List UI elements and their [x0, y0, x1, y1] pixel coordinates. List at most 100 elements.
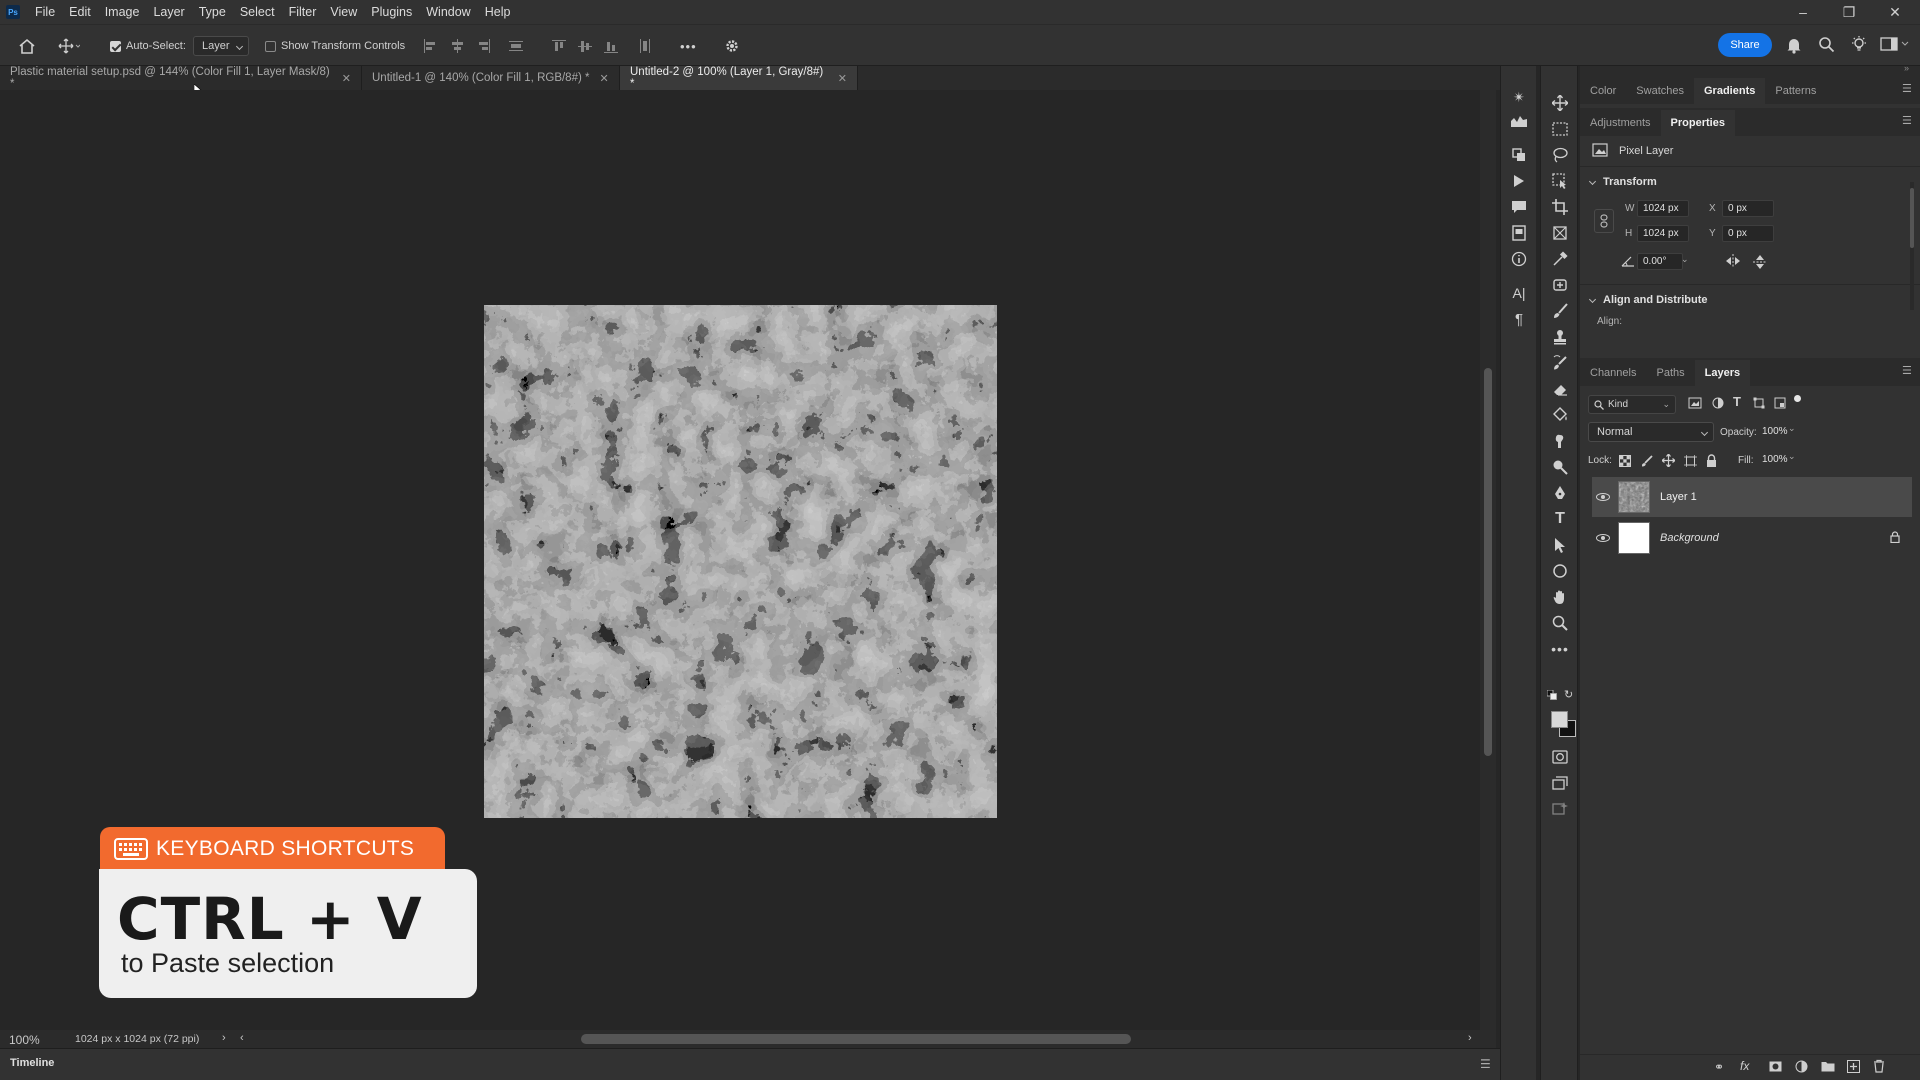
- menu-image[interactable]: Image: [98, 0, 147, 24]
- zoom-tool-icon[interactable]: [1548, 612, 1572, 634]
- align-right-edges-icon[interactable]: [476, 25, 490, 67]
- lock-transparent-pixels-icon[interactable]: [1619, 455, 1631, 470]
- new-group-folder-icon[interactable]: [1821, 1060, 1835, 1075]
- properties-panel-menu-icon[interactable]: ☰: [1902, 114, 1912, 127]
- timeline-menu-icon[interactable]: ☰: [1480, 1057, 1491, 1071]
- close-tab-icon[interactable]: ✕: [342, 72, 351, 85]
- tab-gradients[interactable]: Gradients: [1694, 78, 1766, 104]
- align-horizontal-centers-icon[interactable]: [450, 25, 464, 67]
- transform-section-title[interactable]: Transform: [1588, 176, 1657, 188]
- clone-stamp-tool-icon[interactable]: [1548, 326, 1572, 348]
- align-vertical-centers-icon[interactable]: [578, 25, 592, 67]
- generative-fill-icon[interactable]: [1548, 798, 1572, 820]
- align-top-edges-icon[interactable]: [552, 25, 566, 67]
- close-tab-icon[interactable]: ✕: [838, 72, 847, 85]
- opacity-chevron-down-icon[interactable]: ⌄: [1788, 423, 1796, 434]
- tab-channels[interactable]: Channels: [1580, 360, 1646, 386]
- settings-gear-icon[interactable]: [724, 25, 740, 67]
- swatch-panel-menu-icon[interactable]: ☰: [1902, 82, 1912, 95]
- workspace-switcher-icon[interactable]: [1880, 37, 1910, 54]
- discover-lightbulb-icon[interactable]: [1850, 35, 1868, 56]
- tab-swatches[interactable]: Swatches: [1626, 78, 1694, 104]
- filter-pixel-layers-icon[interactable]: [1688, 397, 1702, 412]
- lock-position-icon[interactable]: [1661, 453, 1676, 470]
- menu-filter[interactable]: Filter: [282, 0, 324, 24]
- home-icon[interactable]: [18, 25, 36, 67]
- vertical-scrollbar[interactable]: [1480, 90, 1496, 1030]
- timeline-tab[interactable]: Timeline: [10, 1057, 54, 1069]
- distribute-horizontally-icon[interactable]: [638, 25, 652, 67]
- navigator-icon[interactable]: ✴: [1507, 86, 1531, 108]
- distribute-vertically-icon[interactable]: [509, 25, 523, 67]
- link-layers-icon[interactable]: ⚭: [1714, 1060, 1724, 1074]
- opacity-input[interactable]: 100%: [1757, 423, 1788, 440]
- menu-help[interactable]: Help: [478, 0, 518, 24]
- menu-plugins[interactable]: Plugins: [364, 0, 419, 24]
- search-icon[interactable]: [1818, 36, 1835, 56]
- tab-patterns[interactable]: Patterns: [1765, 78, 1826, 104]
- collapse-panels-icon[interactable]: »: [1904, 63, 1909, 73]
- info-icon[interactable]: [1507, 248, 1531, 270]
- history-icon[interactable]: [1507, 144, 1531, 166]
- status-chevron-right-icon[interactable]: ›: [222, 1032, 226, 1044]
- scroll-left-arrow-icon[interactable]: ‹: [240, 1032, 244, 1044]
- vertical-scroll-thumb[interactable]: [1484, 368, 1492, 756]
- object-selection-tool-icon[interactable]: [1548, 170, 1572, 192]
- filter-type-layers-icon[interactable]: T: [1733, 394, 1741, 409]
- align-bottom-edges-icon[interactable]: [604, 25, 618, 67]
- filter-adjustment-layers-icon[interactable]: [1712, 397, 1724, 412]
- tab-untitled-2[interactable]: Untitled-2 @ 100% (Layer 1, Gray/8#) * ✕: [620, 66, 858, 90]
- tab-plastic-material-setup[interactable]: Plastic material setup.psd @ 144% (Color…: [0, 66, 362, 90]
- menu-type[interactable]: Type: [192, 0, 233, 24]
- eyedropper-tool-icon[interactable]: [1548, 248, 1572, 270]
- width-input[interactable]: 1024 px: [1637, 200, 1689, 217]
- tab-untitled-1[interactable]: Untitled-1 @ 140% (Color Fill 1, RGB/8#)…: [362, 66, 620, 90]
- visibility-eye-icon[interactable]: [1596, 493, 1610, 501]
- swap-colors-icon[interactable]: ↻: [1564, 688, 1573, 701]
- menu-window[interactable]: Window: [419, 0, 477, 24]
- history-brush-tool-icon[interactable]: [1548, 352, 1572, 374]
- new-adjustment-layer-icon[interactable]: [1795, 1060, 1808, 1076]
- lasso-tool-icon[interactable]: [1548, 144, 1572, 166]
- notifications-bell-icon[interactable]: [1786, 36, 1802, 57]
- edit-toolbar-icon[interactable]: •••: [1548, 638, 1572, 660]
- type-tool-icon[interactable]: T: [1548, 508, 1572, 530]
- screen-mode-icon[interactable]: [1548, 772, 1572, 794]
- align-left-edges-icon[interactable]: [423, 25, 437, 67]
- paragraph-icon[interactable]: ¶: [1507, 308, 1531, 330]
- layer-name[interactable]: Layer 1: [1660, 491, 1697, 503]
- actions-play-icon[interactable]: [1507, 170, 1531, 192]
- flip-vertical-icon[interactable]: [1753, 254, 1767, 273]
- eraser-tool-icon[interactable]: [1548, 378, 1572, 400]
- layer-locked-icon[interactable]: [1890, 531, 1900, 546]
- scroll-right-arrow-icon[interactable]: ›: [1468, 1032, 1472, 1044]
- layer-filter-dropdown[interactable]: Kind ⌄: [1588, 395, 1676, 414]
- move-tool-icon[interactable]: [1548, 92, 1572, 114]
- ellipse-tool-icon[interactable]: [1548, 560, 1572, 582]
- paint-bucket-tool-icon[interactable]: [1548, 404, 1572, 426]
- angle-input[interactable]: 0.00°: [1637, 253, 1683, 270]
- quick-mask-icon[interactable]: [1548, 746, 1572, 768]
- lock-artboard-icon[interactable]: [1684, 455, 1697, 470]
- brush-tool-icon[interactable]: [1548, 300, 1572, 322]
- menu-select[interactable]: Select: [233, 0, 282, 24]
- new-layer-icon[interactable]: [1847, 1060, 1860, 1076]
- restore-icon[interactable]: ❐: [1826, 0, 1872, 24]
- marquee-tool-icon[interactable]: [1548, 118, 1572, 140]
- filter-toggle-icon[interactable]: [1794, 395, 1801, 402]
- x-position-input[interactable]: 0 px: [1722, 200, 1774, 217]
- tab-adjustments[interactable]: Adjustments: [1580, 110, 1661, 136]
- menu-file[interactable]: File: [28, 0, 62, 24]
- auto-select-target-dropdown[interactable]: Layer: [193, 36, 249, 56]
- close-window-icon[interactable]: ✕: [1872, 0, 1918, 24]
- foreground-color-swatch[interactable]: [1551, 711, 1568, 728]
- move-tool-icon[interactable]: [58, 25, 80, 67]
- visibility-eye-icon[interactable]: [1596, 534, 1610, 542]
- tab-paths[interactable]: Paths: [1646, 360, 1694, 386]
- delete-layer-trash-icon[interactable]: [1873, 1059, 1885, 1076]
- hand-tool-icon[interactable]: [1548, 586, 1572, 608]
- add-mask-icon[interactable]: [1769, 1061, 1782, 1075]
- document-canvas[interactable]: [484, 305, 997, 818]
- flip-horizontal-icon[interactable]: [1725, 254, 1741, 271]
- menu-edit[interactable]: Edit: [62, 0, 98, 24]
